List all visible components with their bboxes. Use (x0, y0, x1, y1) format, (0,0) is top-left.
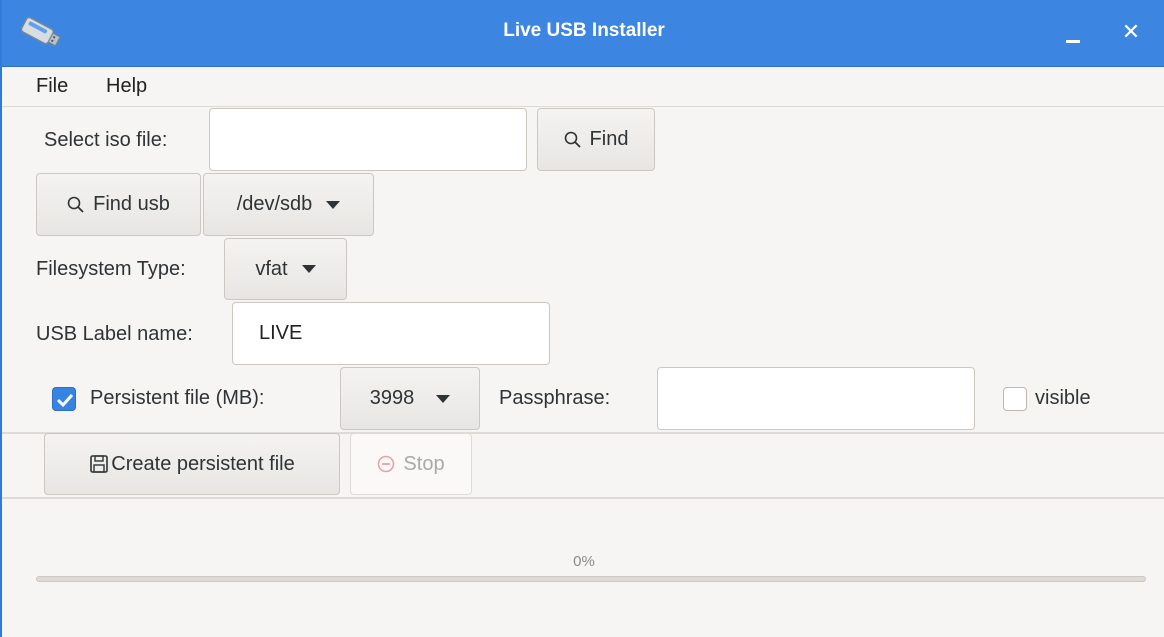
usb-label-name-label: USB Label name: (36, 323, 193, 345)
search-icon (67, 196, 84, 213)
progress-percent-text: 0% (573, 553, 595, 570)
search-icon (564, 131, 581, 148)
stop-button-label: Stop (403, 452, 445, 475)
filesystem-type-label: Filesystem Type: (36, 258, 186, 280)
save-icon (90, 455, 109, 473)
dropdown-arrow-icon (301, 265, 316, 273)
close-icon: ✕ (1121, 20, 1141, 45)
menu-file[interactable]: File (36, 75, 68, 98)
usb-label-name-input[interactable] (232, 302, 550, 365)
checkmark-icon (56, 393, 74, 408)
usb-device-value: /dev/sdb (236, 193, 313, 215)
iso-file-input[interactable] (209, 108, 527, 171)
menu-help[interactable]: Help (106, 75, 147, 98)
app-window: Live USB Installer ✕ File Help Select is… (0, 0, 1164, 637)
persistent-file-label: Persistent file (MB): (90, 387, 265, 409)
visible-label: visible (1035, 387, 1091, 409)
minimize-icon (1066, 40, 1080, 43)
create-persistent-file-button[interactable]: Create persistent file (44, 433, 340, 495)
find-usb-button[interactable]: Find usb (36, 173, 201, 236)
find-iso-button-label: Find (589, 128, 629, 150)
close-button[interactable]: ✕ (1116, 18, 1146, 48)
iso-file-label: Select iso file: (44, 129, 168, 151)
filesystem-type-value: vfat (255, 257, 288, 280)
find-usb-button-label: Find usb (93, 193, 170, 215)
dropdown-arrow-icon (326, 200, 341, 209)
stop-icon (378, 455, 395, 473)
passphrase-label: Passphrase: (499, 387, 611, 409)
visible-checkbox[interactable] (1003, 387, 1027, 411)
persistent-size-value: 3998 (369, 387, 415, 409)
passphrase-input[interactable] (657, 367, 975, 430)
window-title: Live USB Installer (503, 20, 665, 41)
find-iso-button[interactable]: Find (537, 108, 655, 171)
title-bar[interactable]: Live USB Installer ✕ (2, 0, 1164, 67)
usb-device-dropdown[interactable]: /dev/sdb (203, 173, 374, 236)
persistent-file-checkbox[interactable] (52, 387, 76, 411)
stop-button[interactable]: Stop (350, 433, 472, 495)
persistent-size-dropdown[interactable]: 3998 (340, 367, 480, 430)
progress-bar (36, 576, 1146, 582)
filesystem-type-dropdown[interactable]: vfat (224, 238, 347, 300)
dropdown-arrow-icon (436, 394, 451, 403)
separator (2, 497, 1164, 499)
menu-bar: File Help (2, 66, 1164, 107)
minimize-button[interactable] (1058, 18, 1088, 48)
create-persistent-file-label: Create persistent file (111, 452, 295, 475)
